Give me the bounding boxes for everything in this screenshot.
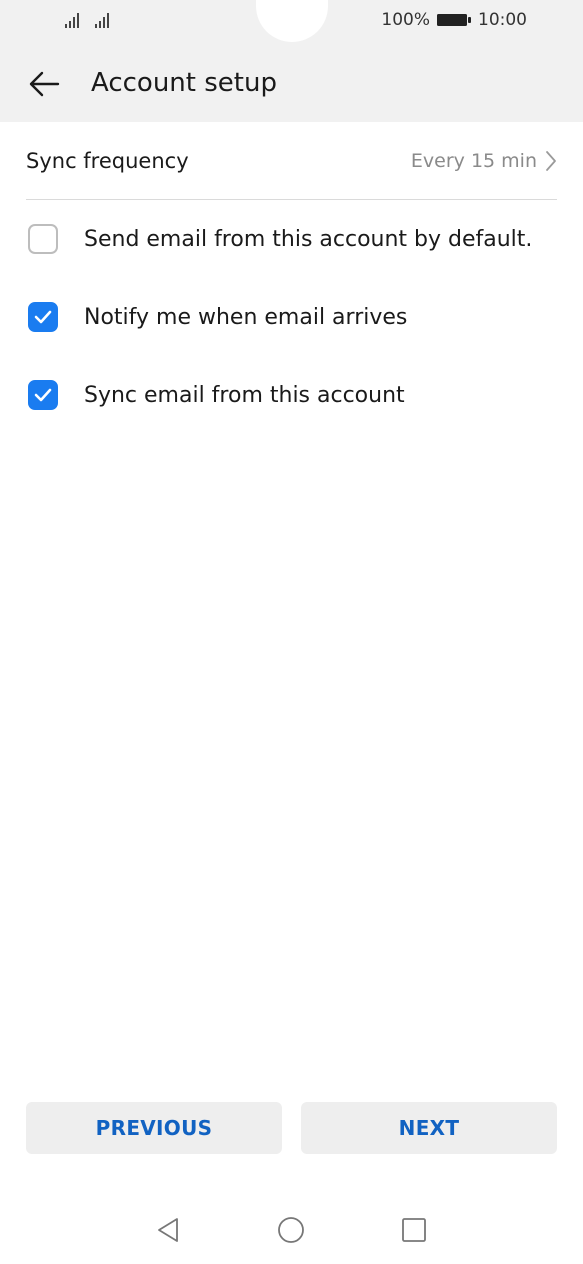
battery-icon (437, 14, 471, 26)
back-button[interactable] (20, 62, 68, 106)
sync-frequency-value: Every 15 min (410, 149, 537, 172)
square-recents-icon (402, 1218, 426, 1242)
nav-back-button[interactable] (148, 1210, 188, 1250)
sync-frequency-row[interactable]: Sync frequency Every 15 min (26, 122, 557, 200)
arrow-left-icon (29, 71, 60, 97)
app-bar: Account setup (0, 44, 583, 122)
notify-checkbox[interactable] (28, 302, 58, 332)
sync-frequency-label: Sync frequency (26, 148, 189, 173)
previous-button[interactable]: PREVIOUS (26, 1102, 282, 1154)
sync-email-checkbox[interactable] (28, 380, 58, 410)
notify-label: Notify me when email arrives (84, 304, 408, 330)
send-default-checkbox[interactable] (28, 224, 58, 254)
circle-home-icon (278, 1217, 304, 1243)
nav-recents-button[interactable] (394, 1210, 434, 1250)
next-button[interactable]: NEXT (301, 1102, 557, 1154)
signal-strength-icon (95, 13, 109, 28)
checkmark-icon (34, 388, 52, 402)
option-send-default-row[interactable]: Send email from this account by default. (28, 200, 583, 278)
sync-frequency-value-group: Every 15 min (411, 150, 557, 172)
camera-notch (256, 0, 328, 42)
nav-home-button[interactable] (271, 1210, 311, 1250)
settings-list: Sync frequency Every 15 min Send email f… (0, 122, 583, 434)
status-bar: 100% 10:00 (0, 0, 583, 44)
page-title: Account setup (91, 68, 277, 98)
status-right: 100% 10:00 (381, 10, 527, 30)
signal-strength-icon (65, 13, 79, 28)
option-notify-row[interactable]: Notify me when email arrives (28, 278, 583, 356)
battery-percent: 100% (381, 10, 430, 30)
checkmark-icon (34, 310, 52, 324)
clock: 10:00 (478, 10, 527, 30)
send-default-label: Send email from this account by default. (84, 226, 533, 252)
sync-email-label: Sync email from this account (84, 382, 405, 408)
signal-indicators (64, 11, 114, 29)
chevron-right-icon (546, 150, 556, 171)
navigation-bar (0, 1200, 583, 1260)
triangle-back-icon (158, 1218, 178, 1242)
option-sync-email-row[interactable]: Sync email from this account (28, 356, 583, 434)
